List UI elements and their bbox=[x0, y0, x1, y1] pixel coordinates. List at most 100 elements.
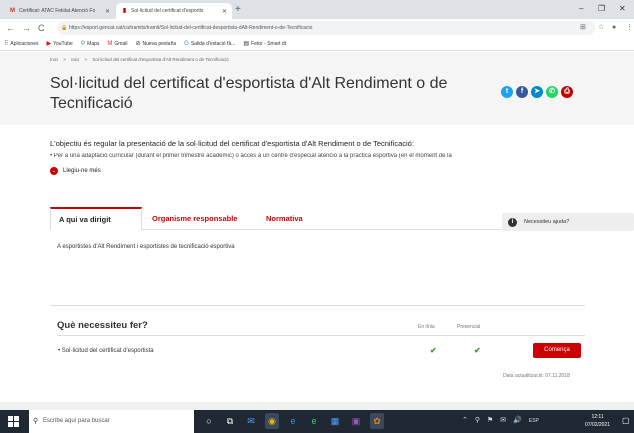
app2-icon[interactable]: ✿ bbox=[370, 413, 384, 429]
breadcrumb-home[interactable]: Inici bbox=[50, 57, 58, 62]
apps-icon: ⠿ bbox=[4, 40, 9, 47]
tray-chevron-icon[interactable]: ⌃ bbox=[462, 415, 468, 427]
url-input[interactable]: 🔒 https://esport.gencat.cat/ca/tramits/t… bbox=[57, 21, 595, 35]
maximize-button[interactable]: ❐ bbox=[598, 2, 605, 16]
close-window-button[interactable]: ✕ bbox=[619, 2, 626, 16]
tab-organisme-responsable[interactable]: Organisme responsable bbox=[152, 207, 237, 230]
start-button[interactable]: Comença bbox=[533, 343, 581, 358]
search-icon: ⚲ bbox=[33, 418, 39, 425]
edge-new-icon[interactable]: e bbox=[307, 413, 321, 429]
back-button[interactable]: ← bbox=[6, 21, 15, 35]
bookmark-label: Aplicaciones bbox=[10, 40, 39, 47]
help-label: Necessiteu ajuda? bbox=[524, 219, 570, 225]
bookmark-label: Salida d'estació fà... bbox=[190, 40, 236, 47]
edge-icon[interactable]: e bbox=[286, 413, 300, 429]
read-more-link[interactable]: ⌄ Llegiu-ne més bbox=[50, 167, 101, 175]
youtube-icon: ▶ bbox=[46, 40, 52, 47]
notification-icon[interactable]: ▢ bbox=[622, 416, 630, 425]
column-header-presencial: Presencial bbox=[457, 324, 481, 330]
page-content: Inici > Inici > Sol·licitud del certific… bbox=[0, 52, 634, 410]
bookmark-gmail[interactable]: M Gmail bbox=[107, 41, 127, 47]
menu-icon[interactable]: ⋮ bbox=[626, 22, 633, 34]
taskbar-clock[interactable]: 12:11 07/02/2021 bbox=[585, 413, 610, 429]
bookmark-salida[interactable]: G Salida d'estació fà... bbox=[184, 41, 235, 47]
intro-text: L'objectiu és regular la presentació de … bbox=[50, 139, 414, 148]
need-row-label: • Sol·licitud del certificat d'esportist… bbox=[58, 348, 154, 354]
page-bottom bbox=[0, 402, 634, 410]
tray-mail-icon[interactable]: ✉ bbox=[500, 415, 506, 427]
reload-button[interactable]: C bbox=[38, 21, 45, 35]
tray-flag-icon[interactable]: ⚑ bbox=[487, 415, 493, 427]
new-tab-button[interactable]: + bbox=[235, 3, 241, 17]
breadcrumb: Inici > Inici > Sol·licitud del certific… bbox=[50, 57, 233, 62]
search-placeholder: Escribe aquí para buscar bbox=[43, 418, 110, 424]
facebook-icon[interactable]: f bbox=[516, 86, 528, 98]
column-header-online: En línia bbox=[418, 324, 435, 330]
windows-start-icon[interactable] bbox=[8, 416, 19, 427]
globe-icon: ⊘ bbox=[135, 40, 141, 47]
gmail-icon: M bbox=[10, 8, 15, 14]
taskbar-search-input[interactable]: ⚲ Escribe aquí para buscar bbox=[29, 410, 194, 433]
info-icon: i bbox=[508, 217, 517, 227]
tab-content-text: A esportistes d'Alt Rendiment i esportis… bbox=[57, 244, 235, 250]
gencat-icon: ▮ bbox=[122, 8, 127, 14]
bookmark-fetor[interactable]: ▤ Fetor - Smart dt bbox=[243, 41, 286, 47]
browser-tab-gmail[interactable]: M Certificat: ATAC Fekitat Atenció Fo ✕ bbox=[4, 3, 115, 19]
app-icon[interactable]: ▣ bbox=[349, 413, 363, 429]
breadcrumb-sep: > bbox=[63, 57, 66, 62]
last-updated: Data actualització: 07.11.2018 bbox=[503, 373, 570, 379]
windows-taskbar: ⚲ Escribe aquí para buscar ○ ⧉ ✉ ◉ e e ▦… bbox=[0, 410, 634, 433]
mail-icon[interactable]: ✉ bbox=[244, 413, 258, 429]
bookmark-maps[interactable]: ⚲ Maps bbox=[81, 41, 100, 47]
whatsapp-icon[interactable]: ✆ bbox=[546, 86, 558, 98]
chrome-icon[interactable]: ◉ bbox=[265, 413, 279, 429]
breadcrumb-current: Sol·licitud del certificat d'esportista … bbox=[92, 57, 229, 62]
twitter-icon[interactable]: t bbox=[501, 86, 513, 98]
breadcrumb-item[interactable]: Inici bbox=[71, 57, 79, 62]
url-text: https://esport.gencat.cat/ca/tramits/tra… bbox=[69, 25, 313, 31]
cortana-icon[interactable]: ○ bbox=[202, 413, 216, 429]
browser-tab-gencat[interactable]: ▮ Sol·licitud del certificat d'esportis … bbox=[116, 3, 232, 19]
forward-button[interactable]: → bbox=[22, 21, 31, 35]
intro-bullet: • Per a una adaptació curricular (durant… bbox=[50, 153, 452, 159]
help-button[interactable]: i Necessiteu ajuda? bbox=[502, 213, 634, 231]
close-tab-icon[interactable]: ✕ bbox=[222, 8, 227, 15]
browser-tab-strip: M Certificat: ATAC Fekitat Atenció Fo ✕ … bbox=[0, 0, 634, 19]
maps-icon: ⚲ bbox=[80, 40, 86, 47]
section-divider bbox=[50, 305, 585, 306]
language-indicator[interactable]: ESP bbox=[529, 415, 539, 427]
tab-normativa[interactable]: Normativa bbox=[266, 207, 303, 230]
page-icon: ▤ bbox=[243, 40, 250, 47]
translate-icon[interactable]: ⊞ bbox=[580, 22, 586, 34]
address-bar-row: ← → C 🔒 https://esport.gencat.cat/ca/tra… bbox=[0, 19, 634, 37]
profile-icon[interactable]: ● bbox=[612, 22, 616, 34]
tab-title: Sol·licitud del certificat d'esportis bbox=[131, 8, 204, 14]
tray-location-icon[interactable]: ⚲ bbox=[475, 415, 480, 427]
print-icon[interactable]: ⎙ bbox=[561, 86, 573, 98]
bookmark-label: YouTube bbox=[53, 40, 73, 47]
taskbar-apps: ○ ⧉ ✉ ◉ e e ▦ ▣ ✿ bbox=[202, 413, 384, 429]
tab-title: Certificat: ATAC Fekitat Atenció Fo bbox=[19, 8, 96, 14]
social-share: t f ➤ ✆ ⎙ bbox=[501, 86, 573, 98]
bookmarks-bar: ⠿ Aplicaciones ▶ YouTube ⚲ Maps M Gmail ⊘ Nue… bbox=[0, 37, 634, 51]
check-icon: ✔ bbox=[474, 346, 481, 355]
close-tab-icon[interactable]: ✕ bbox=[105, 8, 110, 15]
telegram-icon[interactable]: ➤ bbox=[531, 86, 543, 98]
breadcrumb-sep: > bbox=[84, 57, 88, 62]
lock-icon: 🔒 bbox=[61, 25, 68, 31]
bookmark-star-icon[interactable]: ☆ bbox=[598, 22, 604, 34]
bookmark-apps[interactable]: ⠿ Aplicaciones bbox=[4, 41, 38, 47]
clock-time: 12:11 bbox=[591, 414, 604, 420]
taskview-icon[interactable]: ⧉ bbox=[223, 413, 237, 429]
volume-icon[interactable]: 🔊 bbox=[513, 415, 522, 427]
check-icon: ✔ bbox=[430, 346, 437, 355]
bookmark-label: Maps bbox=[87, 40, 100, 47]
store-icon[interactable]: ▦ bbox=[328, 413, 342, 429]
bookmark-label: Gmail bbox=[114, 40, 128, 47]
bookmark-youtube[interactable]: ▶ YouTube bbox=[46, 41, 72, 47]
chevron-down-icon: ⌄ bbox=[50, 167, 58, 175]
tab-a-qui-va-dirigit[interactable]: A qui va dirigit bbox=[50, 207, 142, 230]
minimize-button[interactable]: – bbox=[579, 2, 583, 16]
need-section-title: Què necessiteu fer? bbox=[57, 320, 148, 331]
bookmark-new-tab[interactable]: ⊘ Nueva pestaña bbox=[135, 41, 176, 47]
